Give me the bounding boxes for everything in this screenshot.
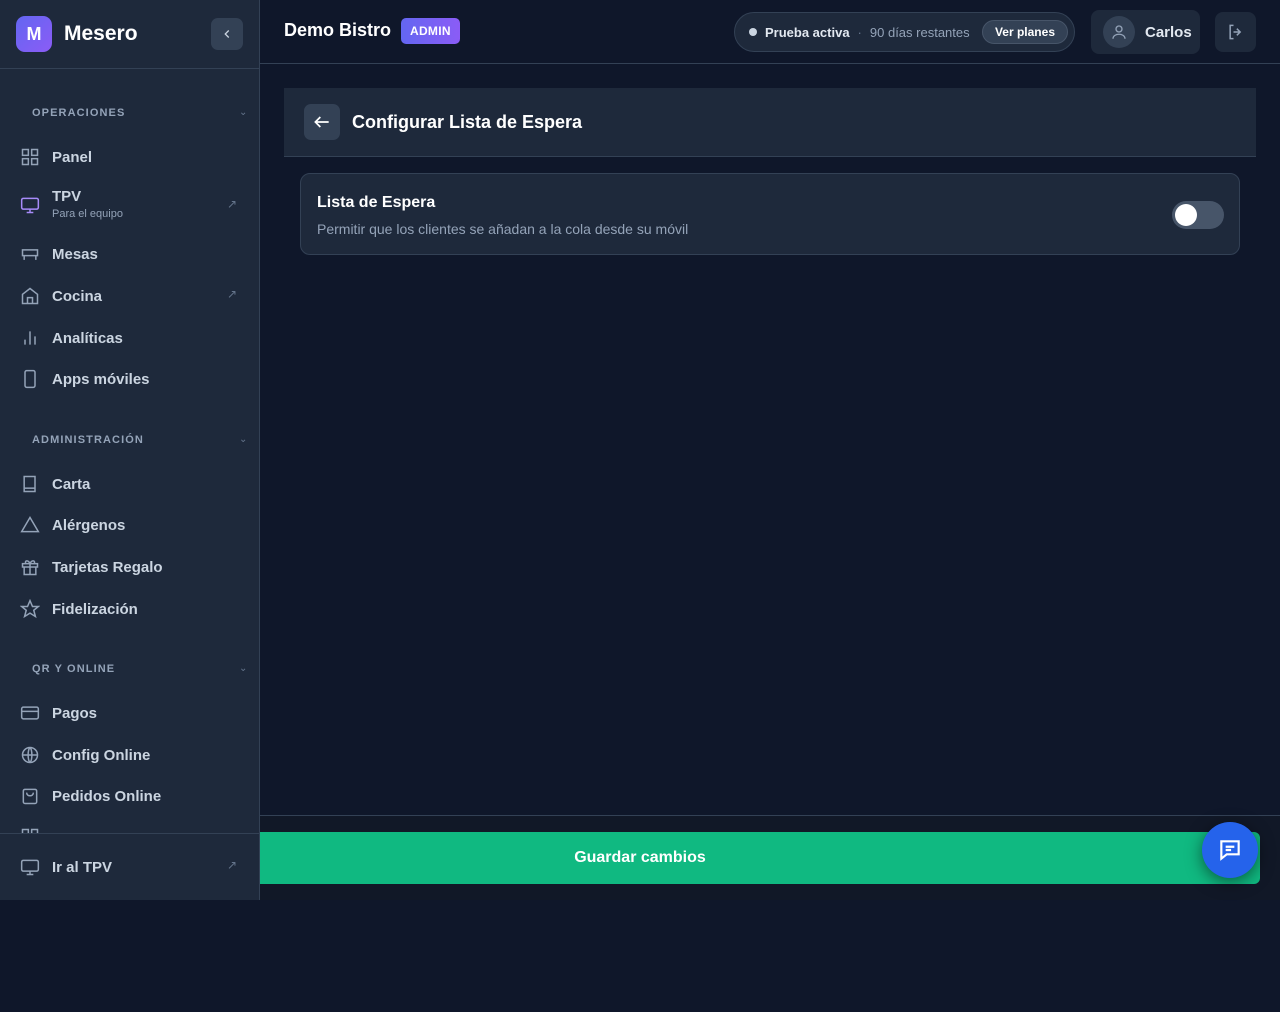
- save-button-label: Guardar cambios: [574, 849, 706, 866]
- monitor-icon: [20, 195, 40, 215]
- sidebar-item-pedidos-online[interactable]: Pedidos Online: [20, 786, 245, 806]
- setting-title: Lista de Espera: [317, 194, 436, 211]
- sidebar-item-ir-al-tpv[interactable]: Ir al TPV ↗: [20, 857, 245, 877]
- app-logo: M: [16, 16, 52, 52]
- external-link-icon: ↗: [227, 858, 238, 872]
- sidebar-item-apps-moviles[interactable]: Apps móviles: [20, 369, 245, 389]
- app-name: Mesero: [64, 22, 138, 45]
- user-name: Carlos: [1145, 23, 1192, 41]
- role-badge: ADMIN: [401, 18, 460, 44]
- external-link-icon: ↗: [227, 287, 238, 301]
- page-title: Configurar Lista de Espera: [352, 111, 583, 132]
- setting-card: Lista de Espera Permitir que los cliente…: [300, 173, 1240, 255]
- top-bar: Demo Bistro ADMIN Prueba activa · 90 día…: [260, 0, 1280, 64]
- sidebar-item-label: Apps móviles: [52, 370, 150, 388]
- sidebar-item-panel[interactable]: Panel: [20, 147, 245, 167]
- book-icon: [20, 474, 40, 494]
- sidebar-item-tarjetas-regalo[interactable]: Tarjetas Regalo: [20, 557, 245, 577]
- waitlist-toggle[interactable]: [1172, 201, 1224, 229]
- sidebar-item-carta[interactable]: Carta: [20, 474, 245, 494]
- arrow-left-icon: [314, 116, 329, 128]
- chat-button[interactable]: [1202, 822, 1258, 878]
- sidebar-item-label: Pedidos Online: [52, 787, 162, 805]
- section-title-administracion[interactable]: ADMINISTRACIÓN: [32, 434, 144, 446]
- sidebar-footer: Ir al TPV ↗: [0, 833, 259, 900]
- chevron-down-icon[interactable]: ⌄: [239, 107, 247, 118]
- sidebar-item-pagos[interactable]: Pagos: [20, 703, 245, 723]
- sidebar-item-cocina[interactable]: Cocina ↗: [20, 286, 245, 306]
- sidebar-item-analiticas[interactable]: Analíticas: [20, 328, 245, 348]
- sidebar-item-mesas[interactable]: Mesas: [20, 244, 245, 264]
- setting-description: Permitir que los clientes se añadan a la…: [317, 221, 689, 237]
- warning-icon: [20, 515, 40, 535]
- user-menu[interactable]: Carlos: [1091, 10, 1200, 54]
- phone-icon: [20, 369, 40, 389]
- sidebar-item-label: Analíticas: [52, 329, 123, 347]
- table-icon: [20, 244, 40, 264]
- sidebar-item-label: Cocina: [52, 287, 103, 305]
- sidebar-item-subtitle: Para el equipo: [52, 208, 123, 220]
- save-button[interactable]: Guardar cambios: [260, 832, 1260, 884]
- home-icon: [20, 286, 40, 306]
- section-title-qr-online[interactable]: QR Y ONLINE: [32, 663, 115, 675]
- sidebar-item-label: Pagos: [52, 704, 98, 722]
- chat-icon: [1220, 840, 1240, 861]
- bar-chart-icon: [20, 328, 40, 348]
- chevron-left-icon: [224, 30, 230, 38]
- sidebar-item-label: Alérgenos: [52, 516, 126, 534]
- collapse-sidebar-button[interactable]: [211, 18, 243, 50]
- sidebar-item-label: Mesas: [52, 245, 98, 263]
- globe-icon: [20, 745, 40, 765]
- logout-button[interactable]: [1215, 12, 1256, 52]
- sidebar-item-label: Carta: [52, 475, 91, 493]
- credit-card-icon: [20, 703, 40, 723]
- sidebar-nav: OPERACIONES ⌄ Panel TPV Para el equipo ↗…: [0, 69, 259, 833]
- toggle-knob: [1175, 204, 1197, 226]
- trial-separator: ·: [857, 24, 862, 40]
- sidebar-item-tpv[interactable]: TPV Para el equipo ↗: [20, 188, 245, 224]
- trial-status-pill: Prueba activa · 90 días restantes Ver pl…: [734, 12, 1075, 52]
- shopping-bag-icon: [20, 786, 40, 806]
- avatar: [1103, 16, 1135, 48]
- user-icon: [1112, 25, 1126, 39]
- chevron-down-icon[interactable]: ⌄: [239, 663, 247, 674]
- external-link-icon: ↗: [227, 197, 238, 211]
- sidebar-item-label: Config Online: [52, 746, 151, 764]
- sidebar-item-alergenos[interactable]: Alérgenos: [20, 515, 245, 535]
- sidebar-item-label: Ir al TPV: [52, 858, 113, 876]
- star-icon: [20, 599, 40, 619]
- sidebar-item-label: Panel: [52, 148, 93, 166]
- trial-status: Prueba activa: [765, 24, 850, 40]
- section-title-operaciones[interactable]: OPERACIONES: [32, 107, 125, 119]
- sidebar-item-fidelizacion[interactable]: Fidelización: [20, 599, 245, 619]
- back-button[interactable]: [304, 104, 340, 140]
- page-header: Configurar Lista de Espera: [284, 88, 1256, 157]
- grid-icon: [20, 147, 40, 167]
- logout-icon: [1228, 24, 1241, 40]
- monitor-icon: [20, 857, 40, 877]
- trial-remaining: 90 días restantes: [869, 24, 970, 40]
- restaurant-name: Demo Bistro: [284, 20, 392, 40]
- brand-header: M Mesero: [0, 0, 259, 69]
- status-dot: [749, 28, 757, 36]
- sidebar-item-config-online[interactable]: Config Online: [20, 745, 245, 765]
- view-plans-button[interactable]: Ver planes: [981, 20, 1068, 44]
- sidebar: M Mesero OPERACIONES ⌄ Panel TPV Para el…: [0, 0, 260, 900]
- sidebar-item-label: Fidelización: [52, 600, 138, 618]
- gift-icon: [20, 557, 40, 577]
- sidebar-item-label: TPV: [52, 188, 82, 205]
- chevron-down-icon[interactable]: ⌄: [239, 434, 247, 445]
- sidebar-item-label: Tarjetas Regalo: [52, 558, 163, 576]
